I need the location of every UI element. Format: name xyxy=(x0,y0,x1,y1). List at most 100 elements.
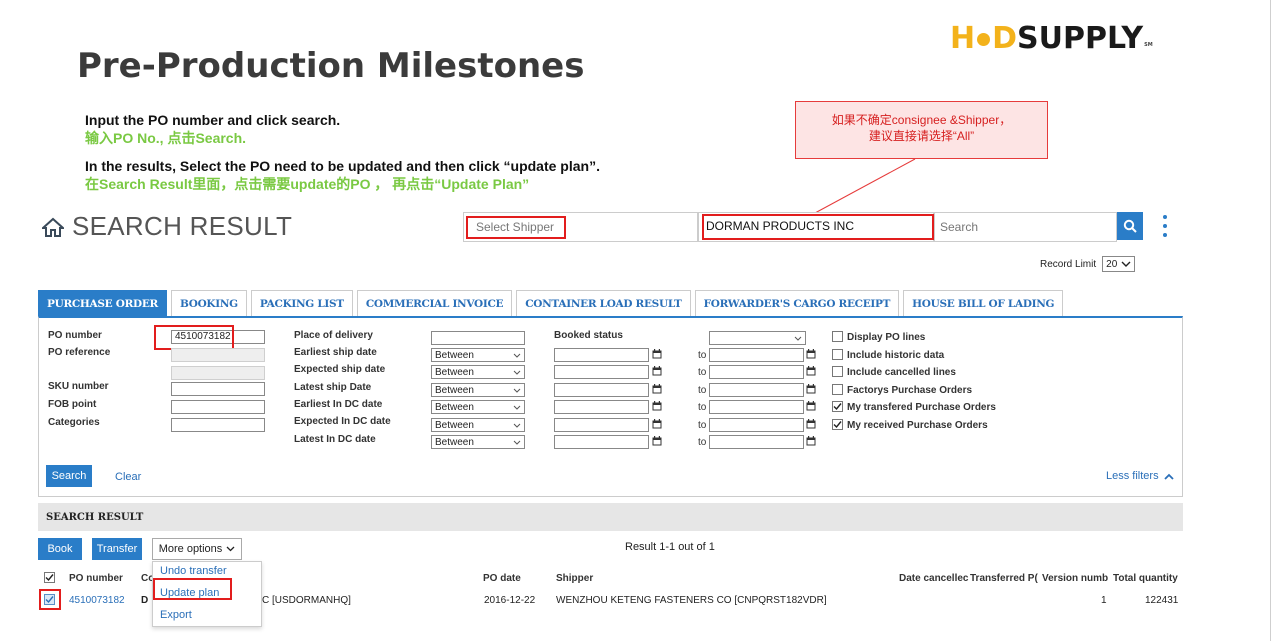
fob-point-input[interactable] xyxy=(171,400,265,414)
calendar-icon[interactable] xyxy=(652,384,662,394)
place-of-delivery-label: Place of delivery xyxy=(294,330,373,341)
logo-supply: SUPPLY xyxy=(1017,20,1144,56)
clear-link[interactable]: Clear xyxy=(115,471,141,483)
my-received-po-label: My received Purchase Orders xyxy=(847,420,988,431)
calendar-icon[interactable] xyxy=(652,436,662,446)
my-received-po-checkbox[interactable] xyxy=(832,419,843,430)
record-limit-select[interactable]: 20 xyxy=(1102,256,1136,272)
display-po-lines-checkbox[interactable] xyxy=(832,331,843,342)
record-limit-label: Record Limit xyxy=(1040,258,1097,270)
earliest-dc-between-select[interactable]: Between xyxy=(431,400,525,414)
book-button[interactable]: Book xyxy=(38,538,82,560)
more-options-button[interactable]: More options xyxy=(152,538,242,560)
tab-bar: PURCHASE ORDER BOOKING PACKING LIST COMM… xyxy=(38,290,1067,316)
home-icon[interactable] xyxy=(42,217,64,237)
tab-purchase-order[interactable]: PURCHASE ORDER xyxy=(38,290,167,316)
transfer-button[interactable]: Transfer xyxy=(92,538,142,560)
display-po-lines-label: Display PO lines xyxy=(847,332,926,343)
filter-search-button[interactable]: Search xyxy=(46,465,92,487)
consignee-value: DORMAN PRODUCTS INC xyxy=(706,219,855,233)
search-result-bar: SEARCH RESULT xyxy=(38,503,1183,531)
between-text: Between xyxy=(435,349,474,361)
earliest-ship-to-input[interactable] xyxy=(709,348,804,362)
latest-dc-to-input[interactable] xyxy=(709,435,804,449)
earliest-dc-from-input[interactable] xyxy=(554,400,649,414)
to-label: to xyxy=(698,420,707,431)
calendar-icon[interactable] xyxy=(806,366,816,376)
row-consignee-start: D xyxy=(141,595,149,606)
earliest-dc-to-input[interactable] xyxy=(709,400,804,414)
calendar-icon[interactable] xyxy=(806,349,816,359)
earliest-ship-between-select[interactable]: Between xyxy=(431,348,525,362)
po-number-highlight-box xyxy=(154,325,234,350)
less-filters-link[interactable]: Less filters xyxy=(1106,470,1174,482)
row-po-number-link[interactable]: 4510073182 xyxy=(69,595,125,606)
po-reference-input-2[interactable] xyxy=(171,366,265,380)
col-date-cancelled[interactable]: Date cancellec xyxy=(899,573,969,584)
callout-line-2: 建议直接请选择“All” xyxy=(868,129,975,143)
po-reference-input[interactable] xyxy=(171,348,265,362)
expected-ship-to-input[interactable] xyxy=(709,365,804,379)
latest-dc-from-input[interactable] xyxy=(554,435,649,449)
factorys-po-checkbox[interactable] xyxy=(832,384,843,395)
search-button[interactable] xyxy=(1117,212,1143,240)
expected-dc-from-input[interactable] xyxy=(554,418,649,432)
chevron-down-icon xyxy=(513,388,521,393)
calendar-icon[interactable] xyxy=(652,401,662,411)
latest-dc-between-select[interactable]: Between xyxy=(431,435,525,449)
chevron-down-icon xyxy=(1121,261,1131,267)
col-po-date[interactable]: PO date xyxy=(483,573,521,584)
sku-number-input[interactable] xyxy=(171,382,265,396)
row-checkbox-highlight-box xyxy=(39,589,61,610)
tab-packing-list[interactable]: PACKING LIST xyxy=(250,290,353,316)
expected-ship-from-input[interactable] xyxy=(554,365,649,379)
logo-dot xyxy=(977,32,991,46)
earliest-ship-from-input[interactable] xyxy=(554,348,649,362)
col-total-quantity[interactable]: Total quantity xyxy=(1113,573,1178,584)
place-of-delivery-input[interactable] xyxy=(431,331,525,345)
select-all-checkbox[interactable] xyxy=(44,572,55,583)
kebab-menu-icon[interactable] xyxy=(1160,215,1170,237)
latest-ship-between-select[interactable]: Between xyxy=(431,383,525,397)
tab-forwarders-cargo-receipt[interactable]: FORWARDER'S CARGO RECEIPT xyxy=(694,290,900,316)
booked-status-select[interactable] xyxy=(709,331,806,345)
search-icon xyxy=(1123,219,1137,233)
logo-letter-d: D xyxy=(992,20,1018,56)
page-edge-rule xyxy=(1270,0,1271,641)
chevron-down-icon xyxy=(513,440,521,445)
calendar-icon[interactable] xyxy=(806,401,816,411)
chevron-down-icon xyxy=(513,353,521,358)
expected-dc-to-input[interactable] xyxy=(709,418,804,432)
calendar-icon[interactable] xyxy=(806,436,816,446)
factorys-po-label: Factorys Purchase Orders xyxy=(847,385,973,396)
latest-ship-from-input[interactable] xyxy=(554,383,649,397)
col-shipper[interactable]: Shipper xyxy=(556,573,593,584)
calendar-icon[interactable] xyxy=(806,384,816,394)
tab-container-load-result[interactable]: CONTAINER LOAD RESULT xyxy=(516,290,691,316)
calendar-icon[interactable] xyxy=(806,419,816,429)
col-transferred[interactable]: Transferred P( xyxy=(970,573,1038,584)
chevron-down-icon xyxy=(226,546,235,552)
between-text: Between xyxy=(435,366,474,378)
include-historic-checkbox[interactable] xyxy=(832,349,843,360)
col-version[interactable]: Version numb xyxy=(1042,573,1108,584)
expected-ship-between-select[interactable]: Between xyxy=(431,365,525,379)
my-transfered-po-checkbox[interactable] xyxy=(832,401,843,412)
row-total-quantity: 122431 xyxy=(1145,595,1179,606)
calendar-icon[interactable] xyxy=(652,349,662,359)
menu-export[interactable]: Export xyxy=(160,609,192,621)
tab-house-bill-of-lading[interactable]: HOUSE BILL OF LADING xyxy=(903,290,1064,316)
menu-undo-transfer[interactable]: Undo transfer xyxy=(160,565,227,577)
include-cancelled-checkbox[interactable] xyxy=(832,366,843,377)
tab-commercial-invoice[interactable]: COMMERCIAL INVOICE xyxy=(356,290,513,316)
latest-ship-to-input[interactable] xyxy=(709,383,804,397)
expected-dc-between-select[interactable]: Between xyxy=(431,418,525,432)
calendar-icon[interactable] xyxy=(652,419,662,429)
categories-input[interactable] xyxy=(171,418,265,432)
less-filters-label: Less filters xyxy=(1106,470,1159,482)
col-po-number[interactable]: PO number xyxy=(69,573,123,584)
between-text: Between xyxy=(435,384,474,396)
to-label: to xyxy=(698,402,707,413)
tab-booking[interactable]: BOOKING xyxy=(170,290,247,316)
calendar-icon[interactable] xyxy=(652,366,662,376)
